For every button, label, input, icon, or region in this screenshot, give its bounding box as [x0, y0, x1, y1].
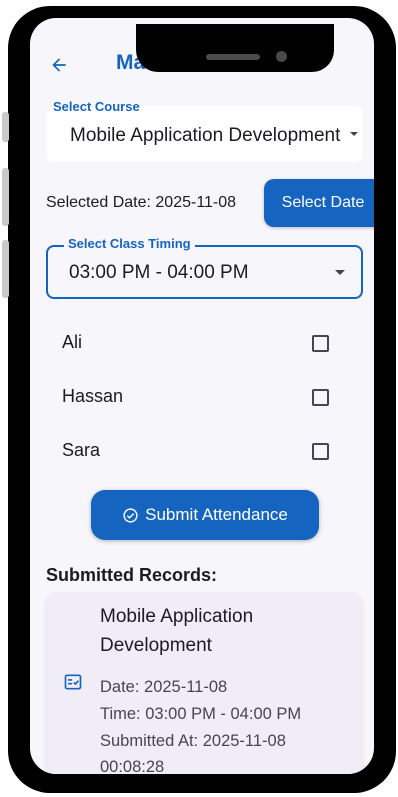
select-date-button[interactable]: Select Date: [264, 179, 374, 227]
class-timing-select[interactable]: 03:00 PM - 04:00 PM: [46, 245, 363, 299]
back-button[interactable]: [44, 50, 74, 80]
student-checkbox[interactable]: [312, 443, 329, 460]
course-select-label: Select Course: [53, 99, 140, 114]
record-time: Time: 03:00 PM - 04:00 PM: [100, 705, 302, 723]
dropdown-arrow-icon: [350, 132, 358, 136]
submitted-records-heading: Submitted Records:: [46, 565, 218, 585]
record-submitted-time: 00:08:28: [100, 758, 165, 774]
phone-side-button: [2, 112, 9, 142]
phone-volume-up-button: [2, 168, 9, 226]
submit-attendance-button[interactable]: Submit Attendance: [91, 490, 319, 540]
checklist-icon: [63, 672, 83, 697]
dropdown-arrow-icon: [335, 270, 345, 275]
record-submitted-at: Submitted At: 2025-11-08: [100, 732, 286, 750]
arrow-left-icon: [52, 58, 66, 72]
phone-volume-down-button: [2, 240, 9, 298]
record-card: Mobile Application Development Date: 202…: [44, 592, 364, 774]
record-date: Date: 2025-11-08: [100, 678, 228, 696]
speaker: [206, 54, 260, 60]
student-name: Hassan: [62, 386, 124, 406]
selected-date-text: Selected Date: 2025-11-08: [46, 194, 237, 211]
record-course-name: Mobile Application Development: [100, 606, 254, 656]
camera: [276, 51, 287, 62]
submit-attendance-label: Submit Attendance: [145, 505, 288, 524]
class-timing-label: Select Class Timing: [64, 236, 195, 251]
student-name: Ali: [62, 332, 83, 352]
student-name: Sara: [62, 440, 101, 460]
check-circle-icon: [123, 507, 138, 523]
student-row[interactable]: Sara: [46, 428, 363, 472]
student-checkbox[interactable]: [312, 335, 329, 352]
course-select-value: Mobile Application Development: [70, 125, 341, 146]
student-row[interactable]: Hassan: [46, 374, 363, 418]
class-timing-value: 03:00 PM - 04:00 PM: [69, 262, 249, 283]
student-checkbox[interactable]: [312, 389, 329, 406]
course-select[interactable]: Mobile Application Development: [46, 106, 363, 162]
student-row[interactable]: Ali: [46, 320, 363, 364]
phone-notch: [136, 24, 334, 72]
app-screen: Mark Attendance Mobile Application Devel…: [30, 18, 374, 774]
